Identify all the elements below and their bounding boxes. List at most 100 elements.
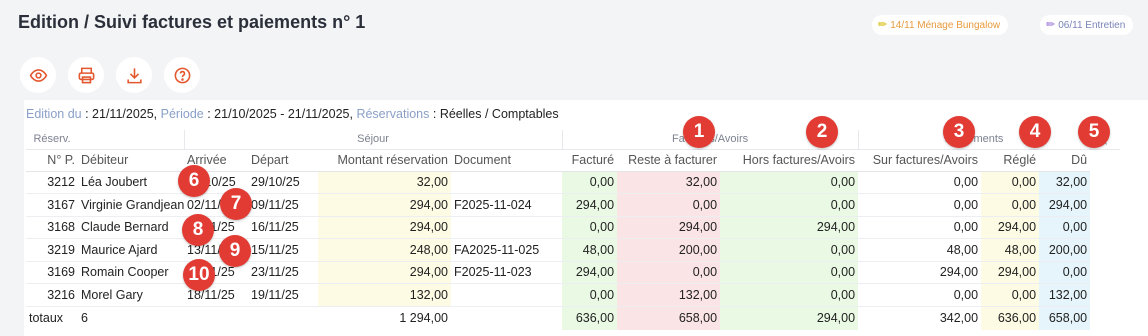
cell-reste: 0,00 (617, 193, 721, 217)
chip-label: 14/11 Ménage Bungalow (890, 20, 1001, 31)
cell-facture: 0,00 (562, 171, 618, 194)
totals-montant: 1 294,00 (318, 305, 451, 330)
cell-document (451, 283, 563, 307)
col-depart[interactable]: Départ (248, 149, 318, 172)
cell-facture: 0,00 (562, 216, 618, 239)
cell-facture: 0,00 (562, 283, 618, 307)
col-facture[interactable]: Facturé (562, 149, 618, 172)
cell-hors: 0,00 (720, 238, 859, 262)
cell-regle: 0,00 (981, 193, 1040, 217)
cell-num: 3216 (26, 283, 78, 307)
cell-regle: 0,00 (981, 283, 1040, 307)
col-montant[interactable]: Montant réservation (318, 149, 451, 172)
cell-num: 3167 (26, 193, 78, 217)
cell-facture: 48,00 (562, 238, 618, 262)
preview-button[interactable] (20, 57, 56, 93)
cell-facture: 294,00 (562, 261, 618, 284)
col-du[interactable]: Dû (1039, 149, 1091, 172)
cell-debiteur: Léa Joubert (78, 171, 184, 194)
col-hors[interactable]: Hors factures/Avoirs (720, 149, 859, 172)
cell-debiteur: Maurice Ajard (78, 238, 184, 262)
eye-icon (29, 68, 47, 82)
annotation-badge: 8 (182, 214, 214, 246)
empty-cell (248, 305, 318, 330)
cell-document: F2025-11-024 (451, 193, 563, 217)
annotation-badge: 1 (683, 116, 715, 148)
task-chip-entretien[interactable]: ✏ 06/11 Entretien (1040, 15, 1134, 35)
empty-cell (451, 305, 563, 330)
cell-facture: 294,00 (562, 193, 618, 217)
cell-sur: 294,00 (858, 261, 982, 284)
cell-document (451, 216, 563, 239)
cell-du: 0,00 (1039, 261, 1091, 284)
cell-montant: 294,00 (318, 261, 451, 284)
cell-depart: 16/11/25 (248, 216, 318, 239)
cell-sur: 0,00 (858, 171, 982, 194)
cell-reste: 132,00 (617, 283, 721, 307)
download-button[interactable] (116, 57, 152, 93)
cell-debiteur: Morel Gary (78, 283, 184, 307)
print-button[interactable] (68, 57, 104, 93)
cell-regle: 0,00 (981, 171, 1040, 194)
annotation-badge: 2 (806, 116, 838, 148)
cell-sur: 48,00 (858, 238, 982, 262)
reservations-label: Réservations (356, 107, 430, 121)
empty-cell (184, 305, 248, 330)
cell-debiteur: Virginie Grandjean (78, 193, 184, 217)
cell-montant: 294,00 (318, 193, 451, 217)
filters-summary: Edition du : 21/11/2025, Période : 21/10… (26, 107, 559, 121)
group-reserv: Réserv. (26, 130, 78, 150)
col-debiteur[interactable]: Débiteur (78, 149, 184, 172)
group-sejour: Séjour (183, 130, 563, 150)
cell-depart: 23/11/25 (248, 261, 318, 284)
cell-regle: 294,00 (981, 216, 1040, 239)
toolbar (20, 57, 200, 93)
cell-debiteur: Romain Cooper (78, 261, 184, 284)
cell-document: F2025-11-023 (451, 261, 563, 284)
totals-label: totaux (26, 305, 78, 330)
totals-count: 6 (78, 305, 184, 330)
cell-montant: 294,00 (318, 216, 451, 239)
totals-hors: 294,00 (720, 305, 859, 330)
table-row[interactable]: 3167 Virginie Grandjean 02/11/25 09/11/25 29… (26, 193, 1120, 217)
totals-reste: 658,00 (617, 305, 721, 330)
cell-debiteur: Claude Bernard (78, 216, 184, 239)
periode-label: Période (160, 107, 204, 121)
cell-sur: 0,00 (858, 193, 982, 217)
cell-reste: 200,00 (617, 238, 721, 262)
annotation-badge: 7 (220, 188, 252, 220)
col-document[interactable]: Document (451, 149, 563, 172)
cell-depart: 19/11/25 (248, 283, 318, 307)
cell-montant: 132,00 (318, 283, 451, 307)
totals-regle: 636,00 (981, 305, 1040, 330)
cell-montant: 248,00 (318, 238, 451, 262)
annotation-badge: 4 (1019, 116, 1051, 148)
help-button[interactable] (164, 57, 200, 93)
cell-du: 0,00 (1039, 216, 1091, 239)
cell-reste: 32,00 (617, 171, 721, 194)
col-reste[interactable]: Reste à facturer (617, 149, 721, 172)
cell-regle: 48,00 (981, 238, 1040, 262)
pencil-icon: ✏ (878, 19, 888, 31)
cell-num: 3169 (26, 261, 78, 284)
col-regle[interactable]: Réglé (981, 149, 1040, 172)
col-sur[interactable]: Sur factures/Avoirs (858, 149, 982, 172)
edition-label: Edition du (26, 107, 82, 121)
cell-hors: 0,00 (720, 193, 859, 217)
totals-row: totaux 6 1 294,00 636,00 658,00 294,00 3… (26, 305, 1120, 330)
page-title: Edition / Suivi factures et paiements n°… (18, 12, 366, 32)
pencil-icon: ✏ (1046, 19, 1056, 31)
download-icon (126, 67, 142, 83)
col-num[interactable]: N° P. (26, 149, 78, 172)
annotation-badge: 6 (178, 165, 210, 197)
edition-value: : 21/11/2025, (85, 107, 158, 121)
task-chip-menage[interactable]: ✏ 14/11 Ménage Bungalow (872, 15, 1009, 35)
help-icon (174, 67, 190, 83)
cell-hors: 294,00 (720, 216, 859, 239)
cell-num: 3212 (26, 171, 78, 194)
cell-reste: 0,00 (617, 261, 721, 284)
annotation-badge: 10 (183, 259, 215, 291)
cell-du: 294,00 (1039, 193, 1091, 217)
annotation-badge: 9 (219, 235, 251, 267)
cell-hors: 0,00 (720, 171, 859, 194)
